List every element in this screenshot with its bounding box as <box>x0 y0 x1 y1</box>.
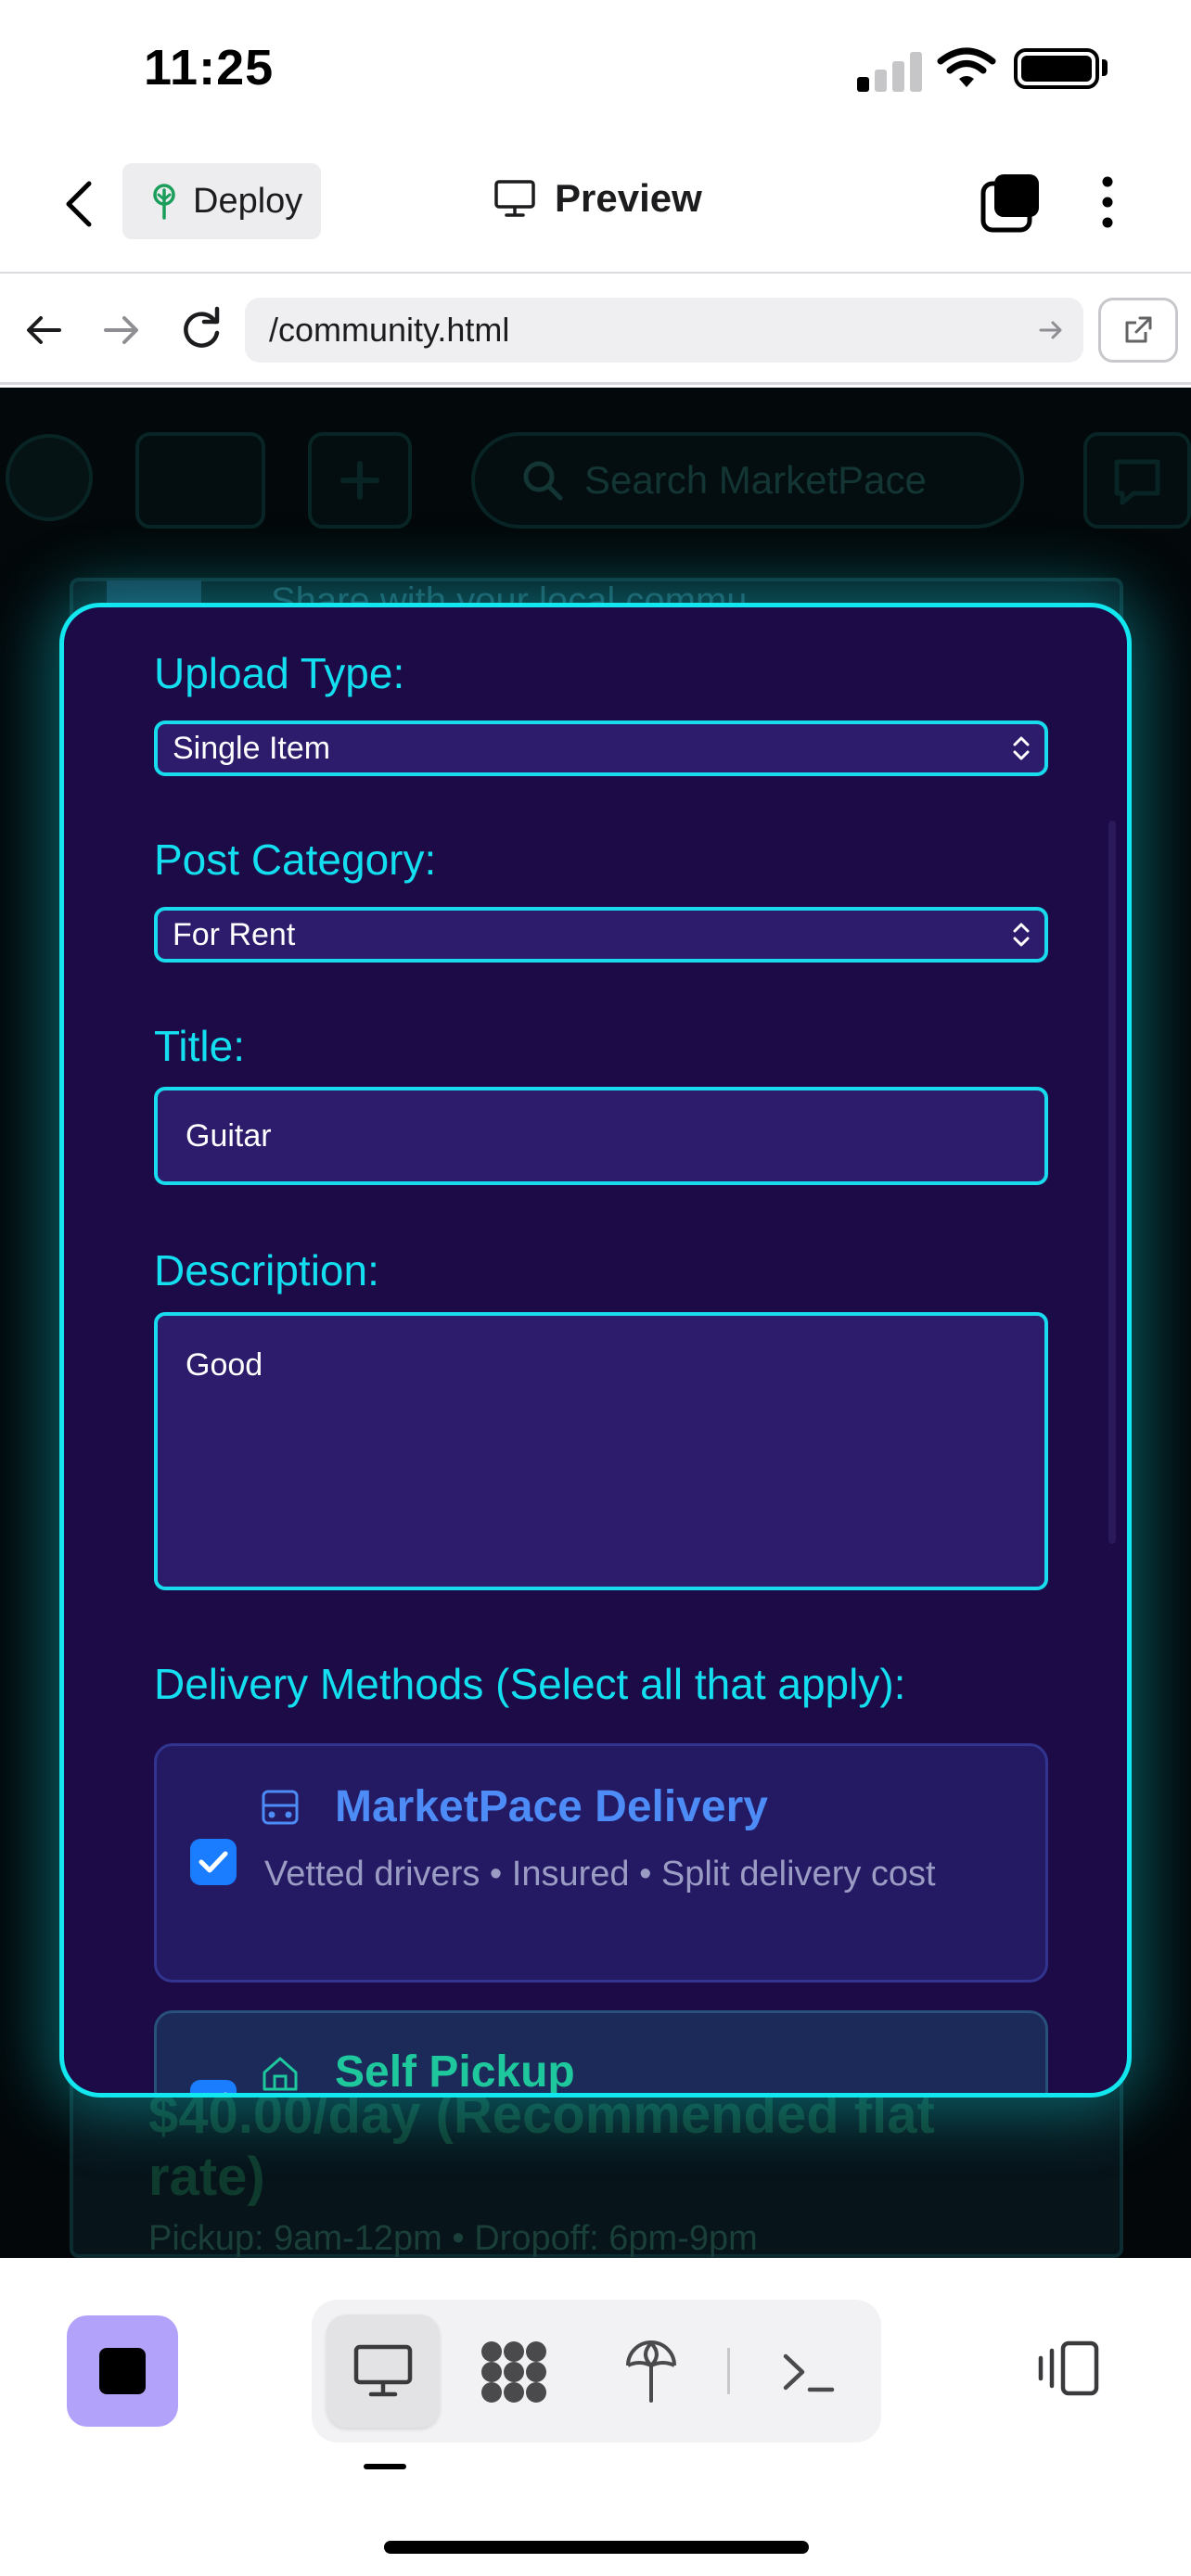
deploy-tree-icon <box>153 184 175 220</box>
deploy-button[interactable]: Deploy <box>122 163 321 239</box>
deploy-globe-icon <box>626 2340 676 2403</box>
bottom-toolbar <box>0 2258 1191 2576</box>
workspace-blob-icon <box>481 2341 546 2403</box>
deploy-tool-button[interactable] <box>614 2335 688 2409</box>
post-category-label: Post Category: <box>154 835 437 884</box>
url-input[interactable]: /community.html <box>245 298 1083 363</box>
stop-icon <box>99 2348 146 2394</box>
tabs-icon[interactable] <box>980 172 1041 234</box>
post-category-select[interactable]: For Rent <box>154 907 1048 963</box>
select-arrows-icon <box>1013 923 1030 947</box>
description-label: Description: <box>154 1246 379 1294</box>
preview-tool-button[interactable] <box>327 2315 440 2428</box>
back-chevron-icon[interactable] <box>58 176 104 232</box>
site-search-placeholder: Search MarketPace <box>584 458 927 502</box>
url-text: /community.html <box>269 311 510 349</box>
house-icon <box>263 2057 298 2091</box>
self-pickup-title: Self Pickup <box>335 2047 575 2097</box>
delivery-option-self-pickup[interactable]: Self Pickup <box>154 2010 1048 2097</box>
site-logo-box <box>135 432 265 529</box>
delivery-option-marketpace[interactable]: MarketPace Delivery Vetted drivers • Ins… <box>154 1743 1048 1983</box>
more-vertical-icon[interactable] <box>1095 174 1121 230</box>
post-category-value: For Rent <box>173 916 296 952</box>
device-toggle-icon[interactable] <box>1035 2340 1102 2397</box>
nav-forward-arrow-icon[interactable] <box>100 309 143 351</box>
plus-icon <box>340 461 379 500</box>
site-add-button <box>308 432 412 529</box>
workspace-tool-button[interactable] <box>477 2335 551 2409</box>
reload-icon[interactable] <box>178 303 224 353</box>
select-arrows-icon <box>1013 736 1030 760</box>
upload-type-label: Upload Type: <box>154 649 405 697</box>
cellular-signal-icon <box>857 51 922 92</box>
site-header: Search MarketPace <box>0 388 1191 578</box>
open-external-button[interactable] <box>1098 298 1178 363</box>
deploy-label: Deploy <box>193 181 303 221</box>
self-pickup-checkbox[interactable] <box>190 2080 237 2093</box>
chat-icon <box>1114 459 1160 505</box>
tool-divider <box>727 2348 730 2394</box>
upload-type-value: Single Item <box>173 730 331 766</box>
marketpace-delivery-title: MarketPace Delivery <box>335 1782 768 1831</box>
background-price: $40.00/day (Recommended flat rate) <box>148 2085 935 2207</box>
checkmark-icon <box>224 2092 227 2093</box>
description-textarea[interactable]: Good <box>154 1312 1048 1590</box>
app-top-bar: Deploy Preview <box>0 139 1191 274</box>
terminal-icon <box>783 2353 835 2392</box>
browser-url-bar: /community.html <box>0 275 1191 385</box>
battery-icon <box>1014 48 1099 89</box>
monitor-icon <box>353 2344 413 2397</box>
checkmark-icon <box>198 1851 228 1873</box>
preview-title: Preview <box>493 176 702 221</box>
title-input[interactable]: Guitar <box>154 1087 1048 1185</box>
upload-type-select[interactable]: Single Item <box>154 721 1048 776</box>
site-avatar <box>6 434 93 521</box>
tool-switcher <box>312 2300 881 2442</box>
external-link-icon <box>1125 316 1152 343</box>
terminal-tool-button[interactable] <box>772 2335 846 2409</box>
active-tool-indicator <box>364 2464 406 2469</box>
stop-button[interactable] <box>67 2315 178 2427</box>
site-search-bar: Search MarketPace <box>471 432 1024 529</box>
preview-label: Preview <box>555 176 702 220</box>
go-arrow-icon[interactable] <box>1037 316 1065 344</box>
nav-back-arrow-icon[interactable] <box>22 309 65 351</box>
home-indicator <box>384 2541 809 2554</box>
status-time: 11:25 <box>144 40 275 96</box>
marketpace-delivery-description: Vetted drivers • Insured • Split deliver… <box>264 1855 936 1894</box>
title-value: Guitar <box>186 1117 272 1154</box>
background-schedule: Pickup: 9am-12pm • Dropoff: 6pm-9pm <box>148 2219 758 2258</box>
truck-icon <box>262 1790 299 1825</box>
battery-tip <box>1102 59 1108 76</box>
marketpace-delivery-checkbox[interactable] <box>190 1839 237 1885</box>
description-value: Good <box>186 1347 263 1383</box>
monitor-icon <box>494 180 535 217</box>
title-label: Title: <box>154 1022 245 1070</box>
delivery-methods-label: Delivery Methods (Select all that apply)… <box>154 1660 906 1708</box>
site-chat-button <box>1083 432 1191 529</box>
upload-modal: Upload Type: Single Item Post Category: … <box>59 603 1132 2098</box>
status-bar: 11:25 <box>0 0 1191 139</box>
wifi-icon <box>937 47 996 87</box>
modal-scrollbar[interactable] <box>1108 821 1116 1544</box>
search-icon <box>523 461 563 501</box>
